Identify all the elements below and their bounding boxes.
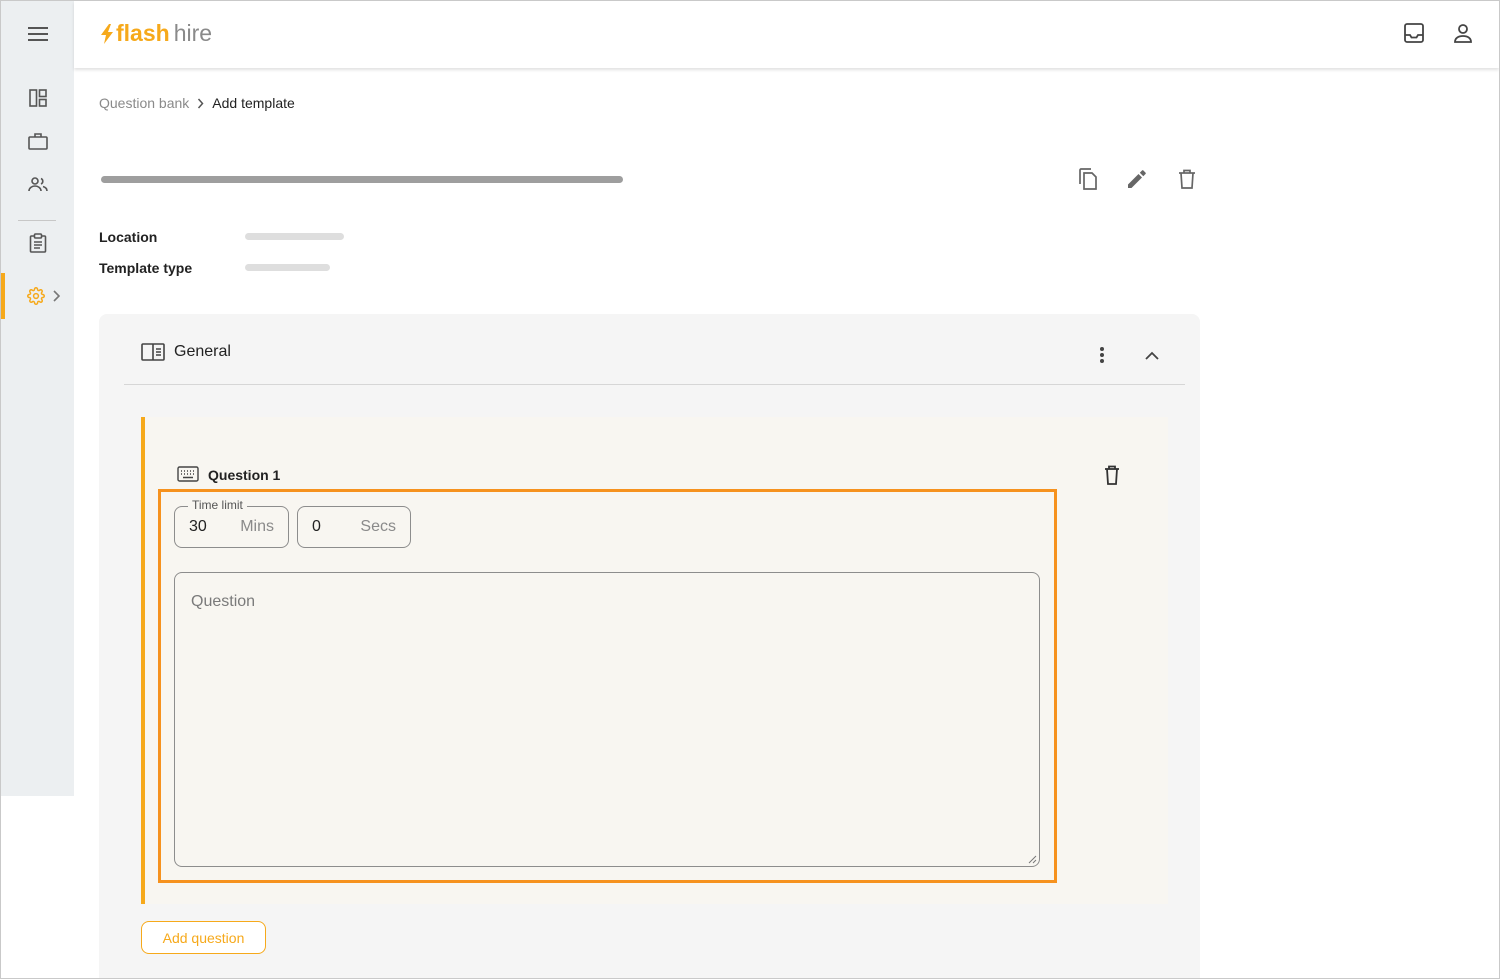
top-header: flash hire [74, 1, 1499, 68]
sidebar-item-people[interactable] [1, 164, 74, 204]
sidebar-item-settings[interactable] [1, 273, 74, 319]
location-label: Location [99, 229, 158, 245]
chevron-up-icon [1145, 351, 1159, 360]
time-limit-label: Time limit [188, 498, 247, 512]
section-more-button[interactable] [1092, 343, 1112, 367]
location-value-placeholder [245, 233, 344, 240]
section-icon [141, 343, 165, 361]
question-accent-bar [141, 417, 145, 904]
gear-icon [27, 287, 45, 305]
add-question-button[interactable]: Add question [141, 921, 266, 954]
seconds-unit: Secs [360, 518, 396, 535]
menu-button[interactable] [1, 14, 74, 54]
delete-question-button[interactable] [1099, 462, 1125, 488]
breadcrumb-current: Add template [212, 95, 295, 111]
resize-handle-icon[interactable] [1028, 855, 1037, 864]
app-window: flash hire Question bank Add template Lo… [0, 0, 1500, 979]
sidebar-divider [18, 220, 56, 221]
edit-button[interactable] [1124, 166, 1150, 192]
chevron-right-icon [198, 98, 204, 108]
lightning-icon [101, 23, 113, 44]
breadcrumb: Question bank Add template [99, 95, 295, 111]
brand-part1: flash [116, 20, 170, 46]
sidebar-item-jobs[interactable] [1, 121, 74, 161]
time-limit-minutes-field[interactable]: Time limit 30 Mins [174, 498, 289, 548]
copy-button[interactable] [1074, 166, 1100, 192]
active-indicator [1, 273, 5, 319]
template-type-value-placeholder [245, 264, 330, 271]
sidebar-item-templates[interactable] [1, 223, 74, 263]
chevron-right-icon [53, 290, 60, 302]
brand-logo: flash hire [100, 20, 212, 47]
section-divider [124, 384, 1185, 385]
delete-template-button[interactable] [1174, 166, 1200, 192]
account-button[interactable] [1452, 22, 1474, 49]
brand-part2: hire [173, 20, 213, 46]
trash-icon [1179, 169, 1195, 189]
minutes-unit: Mins [240, 518, 274, 535]
inbox-button[interactable] [1403, 22, 1425, 49]
question-card: Question 1 Time limit 30 Mins 0 Secs Que… [141, 417, 1168, 904]
clipboard-icon [29, 233, 46, 253]
people-icon [27, 177, 48, 192]
question-placeholder: Question [191, 593, 256, 610]
pencil-icon [1128, 170, 1146, 188]
briefcase-icon [27, 133, 48, 150]
section-title: General [174, 343, 231, 360]
sidebar-item-dashboard[interactable] [1, 78, 74, 118]
template-title-placeholder [101, 176, 623, 183]
section-card: General Question 1 Time limit 30 Mins 0 … [99, 314, 1200, 978]
breadcrumb-separator [197, 98, 204, 109]
question-textarea[interactable]: Question [174, 572, 1040, 867]
template-type-label: Template type [99, 260, 193, 276]
sidebar [1, 1, 74, 796]
dashboard-icon [28, 89, 47, 107]
trash-icon [1105, 465, 1119, 485]
copy-icon [1079, 168, 1097, 190]
inbox-icon [1404, 23, 1424, 43]
minutes-value: 30 [189, 518, 207, 535]
section-collapse-button[interactable] [1140, 344, 1164, 366]
question-title: Question 1 [208, 467, 281, 483]
seconds-value: 0 [312, 518, 321, 535]
time-limit-seconds-field[interactable]: 0 Secs [297, 506, 411, 548]
hamburger-icon [27, 27, 48, 41]
account-icon [1454, 24, 1472, 43]
more-vertical-icon [1100, 347, 1104, 363]
breadcrumb-question-bank[interactable]: Question bank [99, 95, 189, 111]
keyboard-icon [177, 466, 199, 482]
